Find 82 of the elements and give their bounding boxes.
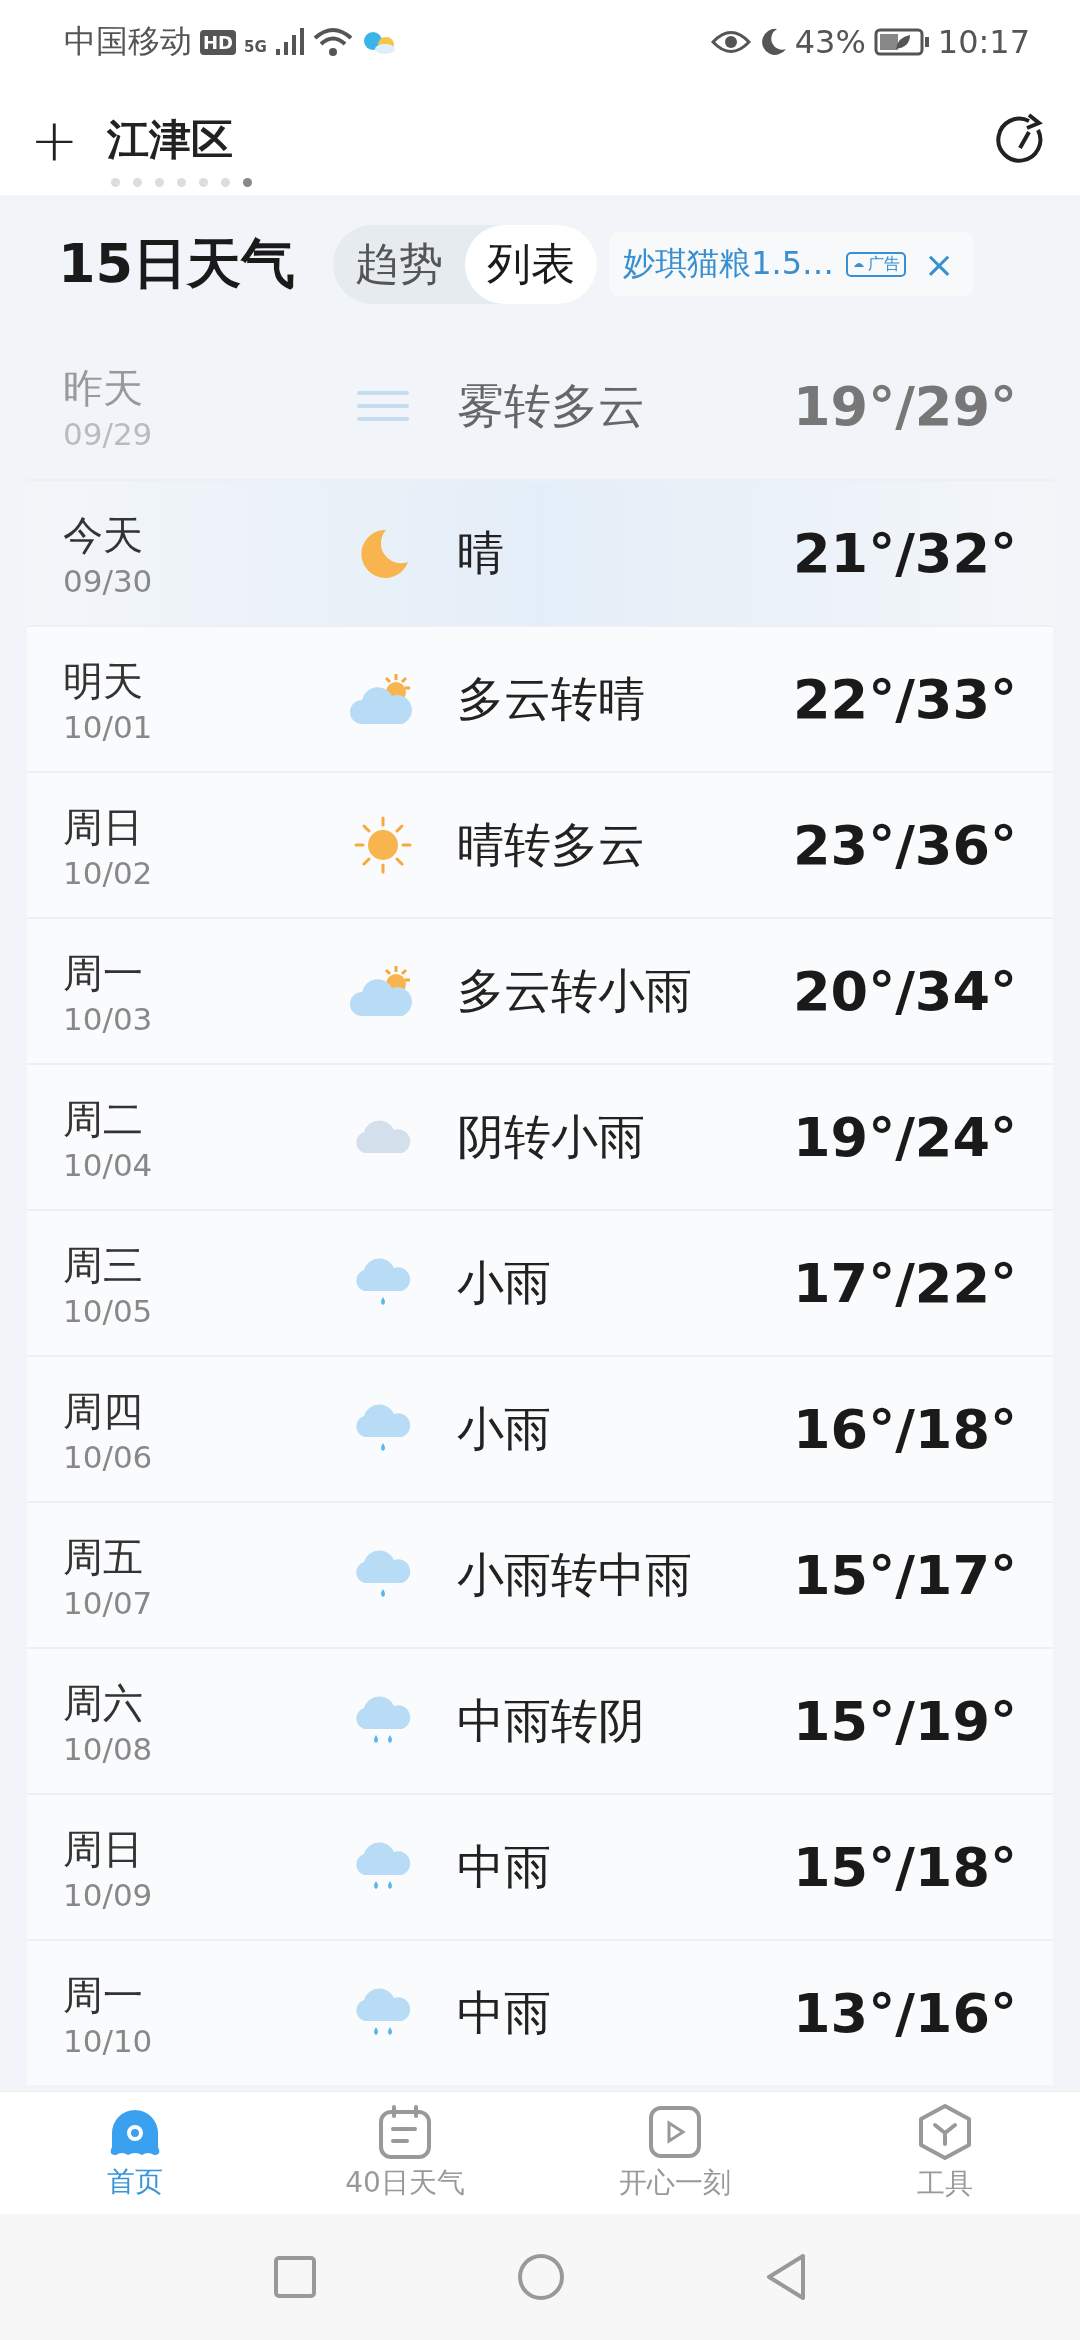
forecast-row[interactable]: 周三 10/05 小雨 17°/22° [27, 1209, 1053, 1355]
temperature-range: 15°/17° [793, 1543, 1017, 1607]
temperature-range: 13°/16° [793, 1981, 1017, 2045]
weather-condition: 小雨 [457, 1399, 552, 1458]
forecast-row[interactable]: 今天 09/30 晴 21°/32° [27, 479, 1053, 625]
date-label: 10/07 [63, 1584, 154, 1621]
sun-icon [353, 815, 413, 875]
date-label: 10/09 [63, 1876, 154, 1913]
temperature-range: 22°/33° [793, 667, 1017, 731]
day-label: 周四 [63, 1386, 144, 1436]
calendar-icon [377, 2104, 433, 2160]
weather-condition: 小雨 [457, 1253, 552, 1312]
section-title: 15日天气 [58, 230, 296, 297]
view-tab[interactable]: 列表 [465, 224, 598, 304]
temperature-range: 15°/19° [793, 1689, 1017, 1753]
date-label: 09/29 [63, 415, 154, 452]
day-label: 周六 [63, 1678, 144, 1728]
forecast-row[interactable]: 周一 10/10 中雨 13°/16° [27, 1939, 1053, 2085]
weather-condition: 中雨转阴 [457, 1691, 646, 1750]
forecast-row[interactable]: 周六 10/08 中雨转阴 15°/19° [27, 1647, 1053, 1793]
date-label: 10/01 [63, 708, 154, 745]
day-label: 周二 [63, 1094, 144, 1144]
battery-percent: 43% [794, 23, 866, 61]
date-label: 10/02 [63, 854, 154, 891]
date-label: 10/03 [63, 1000, 154, 1037]
day-label: 周五 [63, 1532, 144, 1582]
date-label: 10/04 [63, 1146, 154, 1183]
ad-label: 广告 [846, 251, 907, 277]
temperature-range: 15°/18° [793, 1835, 1017, 1899]
weather-condition: 小雨转中雨 [457, 1545, 693, 1604]
day-label: 周日 [63, 1824, 144, 1874]
fog-icon [355, 389, 411, 423]
weather-condition: 晴 [457, 523, 505, 582]
weather-condition: 多云转小雨 [457, 961, 693, 1020]
network-type: 5G [244, 38, 267, 56]
temperature-range: 16°/18° [793, 1397, 1017, 1461]
weather-condition: 中雨 [457, 1983, 552, 2042]
day-label: 周一 [63, 948, 144, 998]
hd-badge: HD [200, 29, 236, 55]
day-label: 今天 [63, 510, 144, 560]
carrier-name: 中国移动 [64, 21, 192, 62]
weather-condition: 多云转晴 [457, 669, 646, 728]
day-label: 昨天 [63, 363, 144, 413]
temperature-range: 20°/34° [793, 959, 1017, 1023]
play-icon [647, 2104, 703, 2160]
eye-icon [710, 29, 751, 55]
hexagon-icon [917, 2103, 973, 2161]
day-label: 周日 [63, 802, 144, 852]
date-label: 10/10 [63, 2022, 154, 2059]
date-label: 10/08 [63, 1730, 154, 1767]
back-icon[interactable] [765, 2253, 807, 2301]
weather-condition: 晴转多云 [457, 815, 646, 874]
weather-condition: 中雨 [457, 1837, 552, 1896]
view-tab[interactable]: 趋势 [333, 224, 466, 304]
forecast-row[interactable]: 周四 10/06 小雨 16°/18° [27, 1355, 1053, 1501]
weather-condition: 雾转多云 [457, 376, 646, 435]
add-city-button[interactable]: + [30, 110, 79, 169]
wifi-icon [312, 26, 353, 58]
forecast-row[interactable]: 周一 10/03 多云转小雨 20°/34° [27, 917, 1053, 1063]
date-label: 09/30 [63, 562, 154, 599]
forecast-row[interactable]: 周日 10/09 中雨 15°/18° [27, 1793, 1053, 1939]
temperature-range: 17°/22° [793, 1251, 1017, 1315]
date-label: 10/06 [63, 1438, 154, 1475]
temperature-range: 19°/29° [793, 374, 1017, 438]
day-label: 明天 [63, 656, 144, 706]
battery-icon [873, 27, 930, 57]
clock: 10:17 [937, 23, 1030, 61]
day-label: 周一 [63, 1970, 144, 2020]
forecast-row[interactable]: 周五 10/07 小雨转中雨 15°/17° [27, 1501, 1053, 1647]
temperature-range: 21°/32° [793, 521, 1017, 585]
home-button-icon[interactable] [517, 2253, 565, 2301]
recent-apps-icon[interactable] [273, 2255, 317, 2299]
city-name: 江津区 [106, 114, 233, 166]
day-label: 周三 [63, 1240, 144, 1290]
signal-icon [274, 27, 305, 57]
temperature-range: 19°/24° [793, 1105, 1017, 1169]
weather-condition: 阴转小雨 [457, 1107, 646, 1166]
forecast-row[interactable]: 明天 10/01 多云转晴 22°/33° [27, 625, 1053, 771]
forecast-row[interactable]: 周二 10/04 阴转小雨 19°/24° [27, 1063, 1053, 1209]
temperature-range: 23°/36° [793, 813, 1017, 877]
date-label: 10/05 [63, 1292, 154, 1329]
forecast-row[interactable]: 周日 10/02 晴转多云 23°/36° [27, 771, 1053, 917]
